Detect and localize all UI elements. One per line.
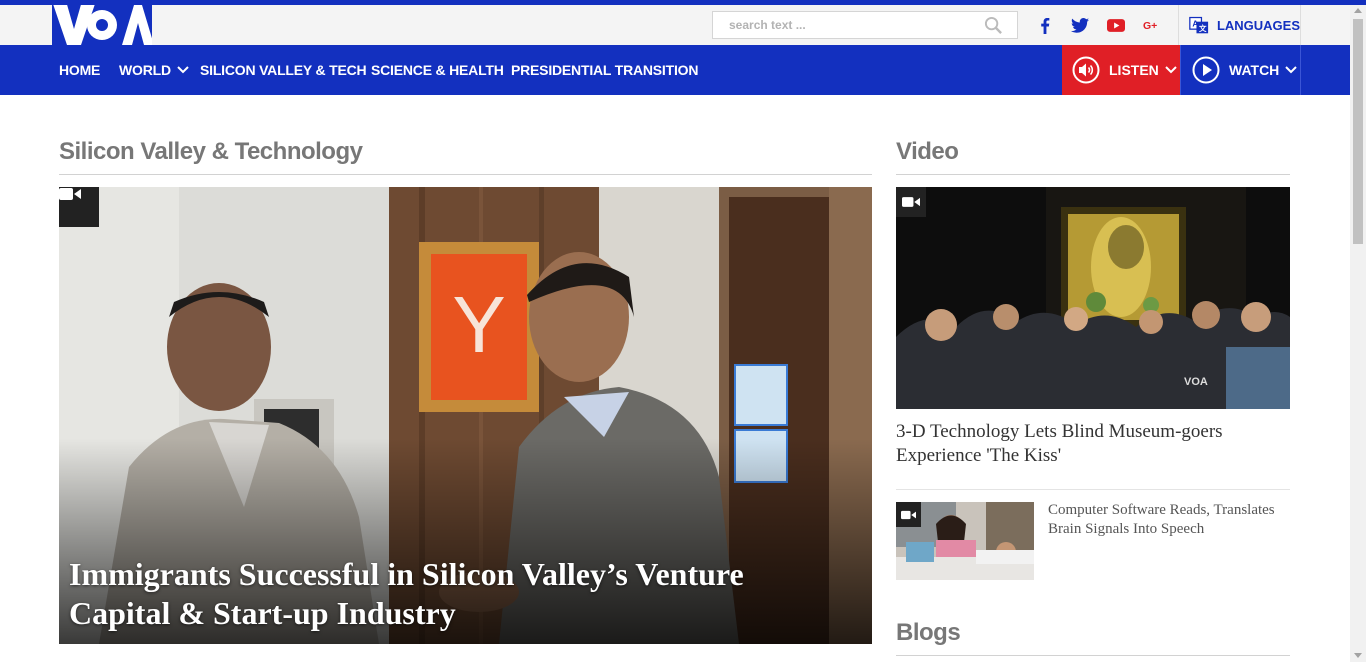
nav-item-science-health[interactable]: SCIENCE & HEALTH — [371, 45, 504, 95]
hero-title[interactable]: Immigrants Successful in Silicon Valley’… — [69, 555, 849, 633]
blogs-section-title[interactable]: Blogs — [896, 619, 961, 647]
twitter-icon[interactable] — [1069, 15, 1091, 35]
section-rule — [896, 174, 1290, 175]
video-camera-icon — [59, 187, 99, 227]
nav-label: PRESIDENTIAL TRANSITION — [511, 62, 699, 78]
speaker-icon — [1072, 56, 1100, 84]
top-bar: G+ A文 LANGUAGES — [0, 5, 1350, 45]
languages-label: LANGUAGES — [1216, 17, 1300, 33]
scroll-up-arrow[interactable] — [1354, 8, 1362, 13]
museum-image: VOA — [896, 187, 1290, 409]
video-section-title[interactable]: Video — [896, 138, 959, 166]
facebook-icon[interactable] — [1034, 15, 1056, 35]
search-input[interactable] — [713, 12, 973, 38]
video-camera-icon — [896, 502, 921, 527]
section-rule — [896, 655, 1290, 656]
nav-item-silicon-valley-tech[interactable]: SILICON VALLEY & TECH — [200, 45, 367, 95]
voa-logo[interactable] — [52, 5, 152, 45]
page-scrollbar[interactable] — [1350, 5, 1366, 662]
listen-label: LISTEN — [1109, 62, 1159, 78]
nav-item-home[interactable]: HOME — [59, 45, 100, 95]
search-box — [712, 11, 1018, 39]
nav-label: SILICON VALLEY & TECH — [200, 62, 367, 78]
search-icon[interactable] — [984, 16, 1003, 40]
featured-video-title[interactable]: 3-D Technology Lets Blind Museum-goers E… — [896, 420, 1290, 468]
section-rule — [59, 174, 872, 175]
languages-button[interactable]: A文 LANGUAGES — [1179, 5, 1301, 45]
video-item-thumbnail[interactable] — [896, 502, 1034, 580]
svg-text:文: 文 — [1199, 23, 1207, 33]
nav-label: HOME — [59, 62, 101, 78]
watch-button[interactable]: WATCH — [1182, 45, 1301, 95]
scroll-down-arrow[interactable] — [1354, 653, 1362, 658]
video-item-title[interactable]: Computer Software Reads, Translates Brai… — [1048, 501, 1288, 539]
scroll-thumb[interactable] — [1353, 19, 1363, 244]
nav-label: SCIENCE & HEALTH — [371, 62, 504, 78]
listen-button[interactable]: LISTEN — [1062, 45, 1181, 95]
chevron-down-icon — [1165, 66, 1177, 74]
main-nav: HOME WORLD SILICON VALLEY & TECH SCIENCE… — [0, 45, 1350, 95]
watch-label: WATCH — [1229, 62, 1280, 78]
chevron-down-icon — [177, 66, 189, 74]
google-plus-icon[interactable]: G+ — [1141, 15, 1163, 35]
nav-label: WORLD — [119, 62, 171, 78]
youtube-icon[interactable] — [1105, 15, 1127, 35]
nav-item-presidential-transition[interactable]: PRESIDENTIAL TRANSITION — [511, 45, 698, 95]
featured-video-thumbnail[interactable]: VOA — [896, 187, 1290, 409]
languages-icon: A文 — [1189, 16, 1209, 34]
chevron-down-icon — [1285, 66, 1298, 74]
play-icon — [1192, 56, 1220, 84]
svg-text:VOA: VOA — [1184, 376, 1208, 388]
item-separator — [896, 489, 1290, 490]
section-title[interactable]: Silicon Valley & Technology — [59, 138, 363, 166]
nav-item-world[interactable]: WORLD — [119, 45, 189, 95]
hero-article[interactable]: Y Immigrants Successful in Silicon Valle… — [59, 187, 872, 644]
svg-text:G+: G+ — [1143, 20, 1157, 32]
video-camera-icon — [896, 187, 926, 217]
